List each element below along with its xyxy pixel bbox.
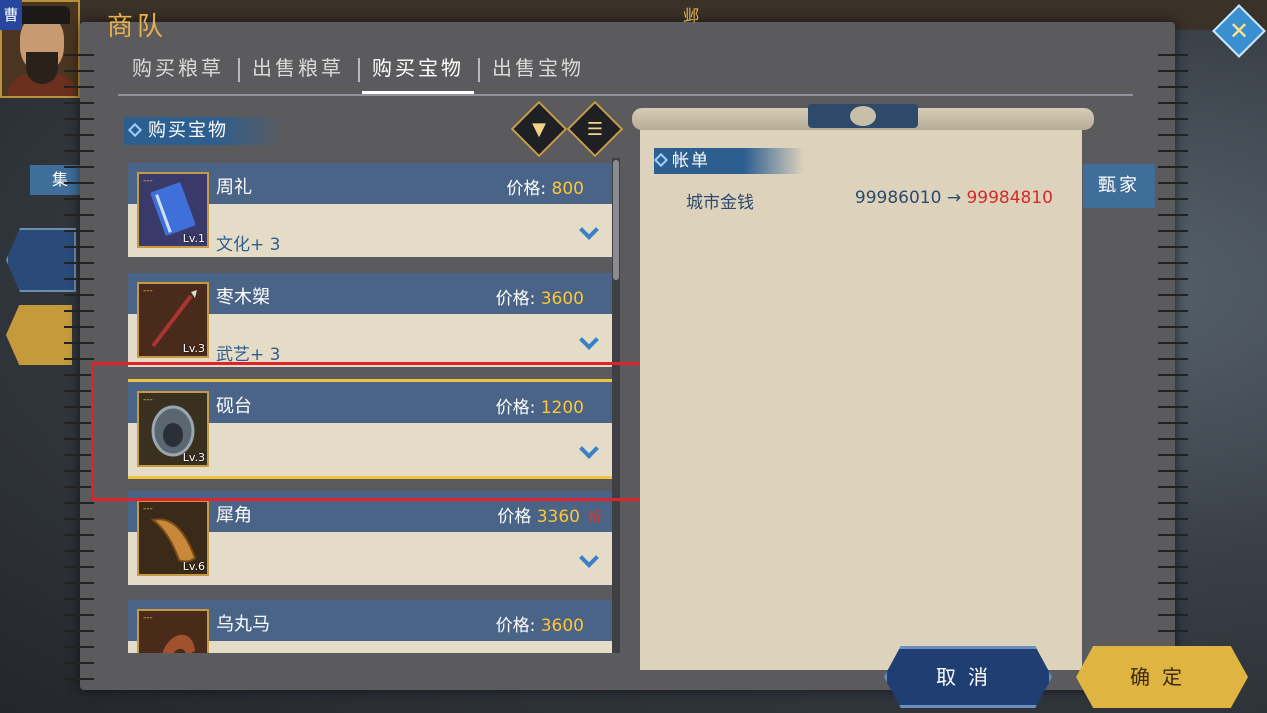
bill-row-label: 城市金钱 <box>686 193 754 213</box>
item-name: 犀角 <box>216 505 252 526</box>
book-icon: --- Lv.1 <box>137 172 209 248</box>
panel-title: 商队 <box>107 12 168 42</box>
bill-label: 帐单 <box>653 148 804 174</box>
item-dash: --- <box>143 504 153 514</box>
filter-icon: ▼ <box>532 118 546 140</box>
tab-sell-treasure[interactable]: 出售宝物 <box>478 48 598 92</box>
tab-buy-treasure[interactable]: 购买宝物 <box>358 48 478 94</box>
scrollbar-thumb[interactable] <box>613 160 619 280</box>
item-level: Lv.1 <box>182 232 205 245</box>
left-nav-button-gold[interactable] <box>6 305 72 365</box>
panel-chain-right <box>1158 40 1188 690</box>
item-level: Lv.6 <box>182 560 205 573</box>
panel-chain-left <box>64 40 94 690</box>
discount-badge: 折 <box>588 510 602 526</box>
section-label-text: 购买宝物 <box>148 120 228 141</box>
tab-sell-grain[interactable]: 出售粮草 <box>238 48 358 92</box>
portrait-beard <box>26 52 58 84</box>
item-dash: --- <box>143 176 153 186</box>
seal-icon <box>850 106 876 126</box>
item-price: 价格: 800 <box>506 179 584 199</box>
diamond-icon <box>653 152 669 168</box>
chevron-down-icon[interactable] <box>579 330 599 350</box>
close-icon: ✕ <box>1228 17 1250 45</box>
item-name: 枣木槊 <box>216 287 270 308</box>
chevron-down-icon[interactable] <box>579 220 599 240</box>
item-price: 价格: 3600 <box>495 289 584 309</box>
chevron-down-icon[interactable] <box>579 548 599 568</box>
item-name: 周礼 <box>216 177 252 198</box>
list-icon: ☰ <box>586 118 604 140</box>
money-before: 99986010 <box>854 188 942 208</box>
merchant-tab[interactable]: 甄家 <box>1083 164 1155 208</box>
bill-label-text: 帐单 <box>672 151 710 171</box>
horn-icon: --- Lv.6 <box>137 500 209 576</box>
portrait-hat <box>14 6 70 24</box>
scroll-clasp <box>808 104 918 128</box>
horse-icon: --- <box>137 609 209 653</box>
list-item[interactable]: --- 乌丸马 价格: 3600 <box>128 600 612 653</box>
item-price: 价格 3360 折 <box>497 507 602 527</box>
confirm-button[interactable]: 确定 <box>1076 646 1248 708</box>
item-attribute: 文化+ 3 <box>216 235 281 255</box>
faction-badge: 曹 <box>0 0 22 30</box>
arrow-icon: → <box>946 188 962 208</box>
section-label: 购买宝物 <box>124 117 284 145</box>
tab-buy-grain[interactable]: 购买粮草 <box>118 48 238 92</box>
money-after: 99984810 <box>966 188 1053 208</box>
list-item[interactable]: --- Lv.6 犀角 价格 3360 折 <box>128 491 612 585</box>
diamond-icon <box>127 122 143 138</box>
tab-divider <box>118 94 1133 96</box>
tab-bar: 购买粮草 出售粮草 购买宝物 出售宝物 <box>118 48 598 94</box>
list-item[interactable]: --- Lv.1 周礼 价格: 800 文化+ 3 <box>128 163 612 257</box>
item-price: 价格: 3600 <box>495 616 584 636</box>
item-level: Lv.3 <box>182 342 205 355</box>
item-dash: --- <box>143 613 153 623</box>
bill-row-value: 99986010 → 99984810 <box>855 188 1053 208</box>
selection-highlight <box>91 362 643 501</box>
cancel-button[interactable]: 取消 <box>884 646 1052 708</box>
item-dash: --- <box>143 286 153 296</box>
city-name: 邺 <box>683 6 700 25</box>
list-item[interactable]: --- Lv.3 枣木槊 价格: 3600 武艺+ 3 <box>128 273 612 367</box>
spear-icon: --- Lv.3 <box>137 282 209 358</box>
item-name: 乌丸马 <box>216 614 270 635</box>
